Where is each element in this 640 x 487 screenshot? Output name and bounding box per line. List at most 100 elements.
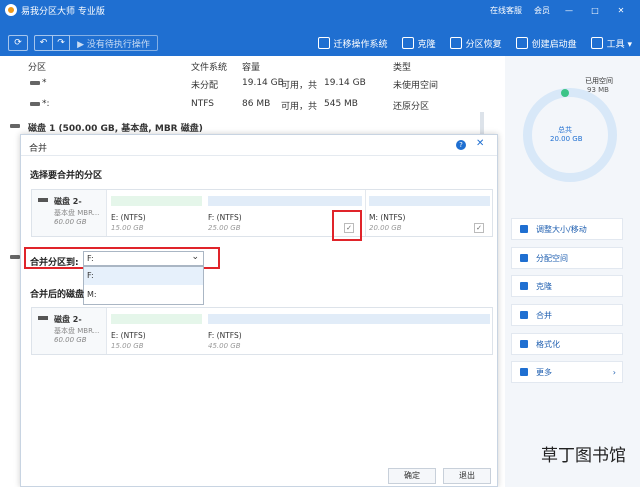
partition-e-bar [111, 196, 202, 206]
wrench-icon [590, 37, 603, 49]
migrate-os-button[interactable]: 迁移操作系统 [317, 37, 388, 50]
clone-partition-label: 克隆 [536, 281, 552, 291]
table-header: 分区 文件系统 容量 类型 [0, 58, 505, 73]
recovery-label: 分区恢复 [465, 39, 502, 50]
row-cap: 86 MB [242, 99, 271, 109]
format-label: 格式化 [536, 339, 560, 349]
allocate-space-button[interactable]: 分配空间 [511, 247, 623, 269]
partition-m-checkbox[interactable]: ✓ [474, 223, 484, 233]
disk-name: 磁盘 2- [54, 315, 82, 324]
recovery-icon [449, 37, 462, 49]
highlight-box [332, 210, 362, 241]
partition-e[interactable]: E: (NTFS) 15.00 GB [108, 190, 205, 236]
col-partition: 分区 [28, 63, 47, 73]
more-icon [520, 368, 528, 376]
disk-info: 磁盘 2- 基本盘 MBR... 60.00 GB [32, 190, 107, 236]
row-fs: NTFS [191, 99, 214, 109]
resize-move-button[interactable]: 调整大小/移动 [511, 218, 623, 240]
disk-type: 基本盘 MBR... [54, 327, 100, 335]
resize-icon [520, 225, 528, 233]
format-button[interactable]: 格式化 [511, 333, 623, 355]
title-bar: 易我分区大师 专业版 在线客服 会员 — □ ✕ [0, 0, 640, 20]
row-cap: 19.14 GB [242, 78, 284, 88]
create-bootdisk-button[interactable]: 创建启动盘 [515, 37, 577, 50]
close-icon[interactable]: ✕ [476, 138, 484, 149]
maximize-button[interactable]: □ [588, 6, 602, 15]
disk-size: 60.00 GB [54, 336, 87, 344]
allocate-label: 分配空间 [536, 253, 568, 263]
partition-f-size: 45.00 GB [208, 342, 241, 350]
partition-f-bar [208, 314, 490, 324]
close-button[interactable]: ✕ [614, 6, 628, 15]
clone-icon [401, 37, 414, 49]
partition-e-size: 15.00 GB [111, 342, 144, 350]
undo-button[interactable]: ↶ [34, 35, 52, 51]
partition-e-size: 15.00 GB [111, 224, 144, 232]
pending-operations-button[interactable]: ▶ 没有待执行操作 [70, 35, 158, 51]
tools-menu-button[interactable]: 工具 ▾ [590, 37, 632, 50]
merge-icon [520, 311, 528, 319]
dropdown-option[interactable]: M: [84, 286, 203, 304]
table-row[interactable]: *: NTFS 86 MB 可用，共 545 MB 还原分区 [0, 95, 505, 113]
disk-type: 基本盘 MBR... [54, 209, 100, 217]
tools-label: 工具 ▾ [606, 39, 632, 50]
dropdown-option[interactable]: F: [84, 267, 203, 285]
used-indicator-icon [561, 89, 569, 97]
disk-icon [10, 124, 20, 128]
source-disk-map: 磁盘 2- 基本盘 MBR... 60.00 GB E: (NTFS) 15.0… [31, 189, 493, 237]
disk-info: 磁盘 2- 基本盘 MBR... 60.00 GB [32, 308, 107, 354]
right-panel: 已用空间 93 MB 总共 20.00 GB 调整大小/移动 分配空间 克隆 合… [505, 56, 640, 487]
minimize-button[interactable]: — [562, 6, 576, 15]
partition-f-name: F: (NTFS) [208, 213, 242, 222]
clone-partition-button[interactable]: 克隆 [511, 275, 623, 297]
migrate-icon [317, 37, 330, 49]
pie-icon [520, 254, 528, 262]
more-label: 更多 [536, 367, 552, 377]
partition-f-name: F: (NTFS) [208, 331, 242, 340]
row-fs: 未分配 [191, 81, 219, 91]
partition-recovery-button[interactable]: 分区恢复 [449, 37, 502, 50]
app-logo-icon [5, 4, 17, 16]
clone-icon [520, 282, 528, 290]
divider [21, 155, 497, 156]
merge-target-dropdown: F: M: [83, 266, 204, 305]
disk-icon [38, 316, 48, 320]
exit-button[interactable]: 退出 [443, 468, 491, 484]
help-icon[interactable]: ? [456, 140, 466, 150]
disk1-label: 磁盘 1 (500.00 GB, 基本盘, MBR 磁盘) [28, 124, 203, 134]
row-type: 未使用空间 [393, 81, 439, 91]
more-button[interactable]: 更多 › [511, 361, 623, 383]
row-total: 545 MB [324, 99, 358, 109]
result-partition-f: F: (NTFS) 45.00 GB [205, 308, 493, 354]
merge-label: 合并 [536, 310, 552, 320]
disk-icon [10, 255, 20, 259]
used-space-label: 已用空间 [585, 77, 613, 85]
result-disk-heading: 合并后的磁盘 [30, 290, 85, 300]
clone-label: 克隆 [417, 39, 436, 50]
select-partitions-heading: 选择要合并的分区 [30, 171, 103, 181]
disk-icon [38, 198, 48, 202]
result-partition-e: E: (NTFS) 15.00 GB [108, 308, 205, 354]
partition-e-name: E: (NTFS) [111, 213, 146, 222]
clone-toolbar-button[interactable]: 克隆 [401, 37, 436, 50]
title-band [0, 20, 640, 30]
refresh-button[interactable]: ⟳ [8, 35, 28, 51]
table-row[interactable]: * 未分配 19.14 GB 可用，共 19.14 GB 未使用空间 [0, 74, 505, 92]
online-support-link[interactable]: 在线客服 [490, 5, 522, 16]
partition-m-bar [369, 196, 490, 206]
partition-f-size: 25.00 GB [208, 224, 241, 232]
partition-e-name: E: (NTFS) [111, 331, 146, 340]
app-title: 易我分区大师 专业版 [21, 6, 105, 17]
merge-button[interactable]: 合并 [511, 304, 623, 326]
partition-m-size: 20.00 GB [369, 224, 402, 232]
result-disk-map: 磁盘 2- 基本盘 MBR... 60.00 GB E: (NTFS) 15.0… [31, 307, 493, 355]
member-link[interactable]: 会员 [534, 5, 550, 16]
disk-row[interactable]: 磁盘 1 (500.00 GB, 基本盘, MBR 磁盘) [0, 117, 505, 135]
ok-button[interactable]: 确定 [388, 468, 436, 484]
row-name: * [42, 78, 47, 88]
drive-icon [30, 102, 40, 106]
watermark: 草丁图书馆 [541, 446, 626, 466]
drive-icon [30, 81, 40, 85]
redo-button[interactable]: ↷ [52, 35, 70, 51]
col-filesystem: 文件系统 [191, 63, 228, 73]
